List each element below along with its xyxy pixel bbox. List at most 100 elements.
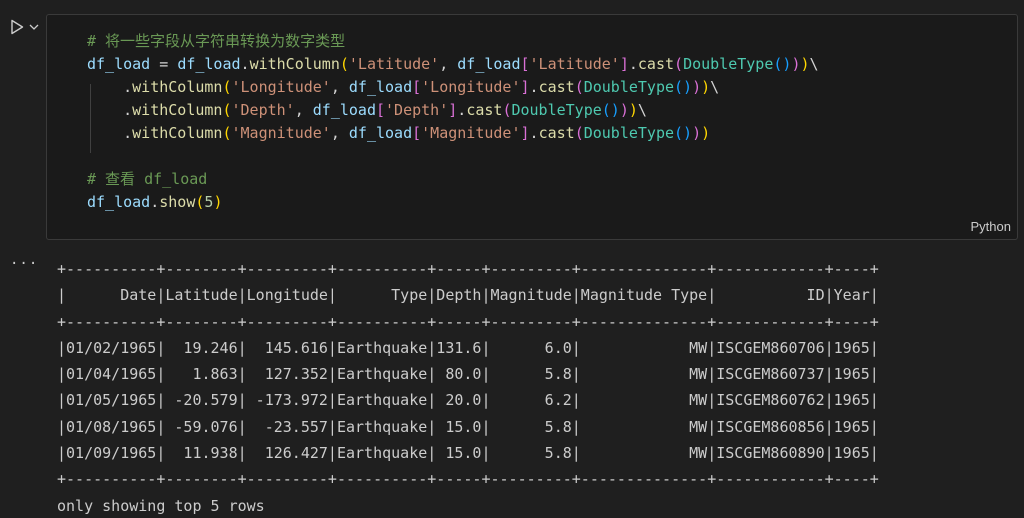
output-line: +----------+--------+---------+---------… [57,312,879,331]
code-cell[interactable]: # 将一些字段从字符串转换为数字类型 df_load = df_load.with… [46,14,1018,240]
cell-gutter [8,18,40,36]
code-token: df_load [457,55,521,73]
code-token: withColumn [132,124,223,142]
code-token: ) [213,193,223,211]
code-token: . [240,55,250,73]
code-token: df_load [87,55,151,73]
code-token: () [674,78,693,96]
code-token: [ [412,78,422,96]
chevron-down-icon [29,24,39,30]
output-more-actions-button[interactable]: ... [10,252,38,268]
code-token: 'Depth' [385,101,449,119]
code-token: ] [448,101,458,119]
code-token: ) [701,124,711,142]
code-token: withColumn [132,101,223,119]
code-token: \ [637,101,647,119]
code-token: = [150,55,178,73]
code-token: ) [692,124,702,142]
code-token: . [628,55,638,73]
code-line[interactable]: .withColumn('Magnitude', df_load['Magnit… [87,122,819,145]
code-token: ( [574,78,584,96]
run-options-button[interactable] [28,21,40,33]
code-token: DoubleType [683,55,774,73]
code-token: ] [520,78,530,96]
code-token: ( [222,78,232,96]
code-line[interactable] [87,145,819,168]
code-token: withColumn [132,78,223,96]
output-line: +----------+--------+---------+---------… [57,470,879,489]
code-token: DoubleType [583,78,675,96]
code-token: () [601,101,620,119]
code-token: cast [538,124,575,142]
output-line: |01/04/1965| 1.863| 127.352|Earthquake| … [57,365,879,384]
run-cell-button[interactable] [8,18,26,36]
code-token: () [674,124,693,142]
code-token: df_load [87,193,151,211]
code-token: . [457,101,467,119]
code-token: cast [466,101,503,119]
code-token: 'Magnitude' [231,124,331,142]
code-token: df_load [312,101,376,119]
cell-language-label[interactable]: Python [971,219,1011,234]
code-token: [ [376,101,386,119]
code-token: . [529,78,539,96]
cell-output: +----------+--------+---------+---------… [57,256,879,518]
code-token: , [330,78,349,96]
code-editor[interactable]: # 将一些字段从字符串转换为数字类型 df_load = df_load.with… [87,30,819,214]
code-token: ( [222,124,232,142]
code-token: ) [692,78,702,96]
output-line: |01/05/1965| -20.579| -173.972|Earthquak… [57,391,879,410]
code-token: \ [809,55,819,73]
output-line: |01/08/1965| -59.076| -23.557|Earthquake… [57,417,879,436]
code-token: show [159,193,196,211]
code-token: 'Latitude' [529,55,620,73]
code-line[interactable]: # 查看 df_load [87,168,819,191]
code-line[interactable]: df_load.show(5) [87,191,819,214]
code-token: 'Latitude' [348,55,440,73]
code-token: 'Longitude' [231,78,331,96]
code-line[interactable]: .withColumn('Depth', df_load['Depth'].ca… [87,99,819,122]
code-token: df_load [348,78,413,96]
code-token: df_load [348,124,413,142]
code-token: , [294,101,313,119]
code-token: . [87,124,133,142]
code-token: ] [520,124,530,142]
code-token: \ [710,78,720,96]
code-token: [ [520,55,530,73]
code-token: 'Magnitude' [421,124,521,142]
code-token: . [87,101,133,119]
notebook-page: # 将一些字段从字符串转换为数字类型 df_load = df_load.with… [0,0,1024,518]
code-token: , [439,55,458,73]
code-token: DoubleType [583,124,675,142]
code-token: cast [637,55,675,73]
output-line: only showing top 5 rows [57,496,265,515]
code-token: ) [628,101,638,119]
output-line: +----------+--------+---------+---------… [57,260,879,278]
code-token: DoubleType [511,101,602,119]
code-token: . [87,78,133,96]
code-token: ( [339,55,349,73]
code-token: df_load [177,55,241,73]
code-token: ( [574,124,584,142]
code-token: ) [800,55,810,73]
code-token: ) [701,78,711,96]
code-line[interactable]: .withColumn('Longitude', df_load['Longit… [87,76,819,99]
code-token: cast [538,78,575,96]
code-token: withColumn [249,55,340,73]
run-icon [11,19,24,35]
code-token: ( [222,101,232,119]
code-line[interactable]: # 将一些字段从字符串转换为数字类型 [87,30,819,53]
code-token: . [529,124,539,142]
code-token: ( [674,55,684,73]
code-token: () [773,55,792,73]
code-token: ) [619,101,629,119]
code-line[interactable]: df_load = df_load.withColumn('Latitude',… [87,53,819,76]
output-line: | Date|Latitude|Longitude| Type|Depth|Ma… [57,286,879,305]
code-token: . [150,193,160,211]
code-token: , [330,124,349,142]
code-token: # 查看 df_load [87,170,208,188]
code-token: 'Longitude' [421,78,521,96]
output-line: |01/09/1965| 11.938| 126.427|Earthquake|… [57,444,879,463]
code-token: ] [619,55,629,73]
code-token: [ [412,124,422,142]
